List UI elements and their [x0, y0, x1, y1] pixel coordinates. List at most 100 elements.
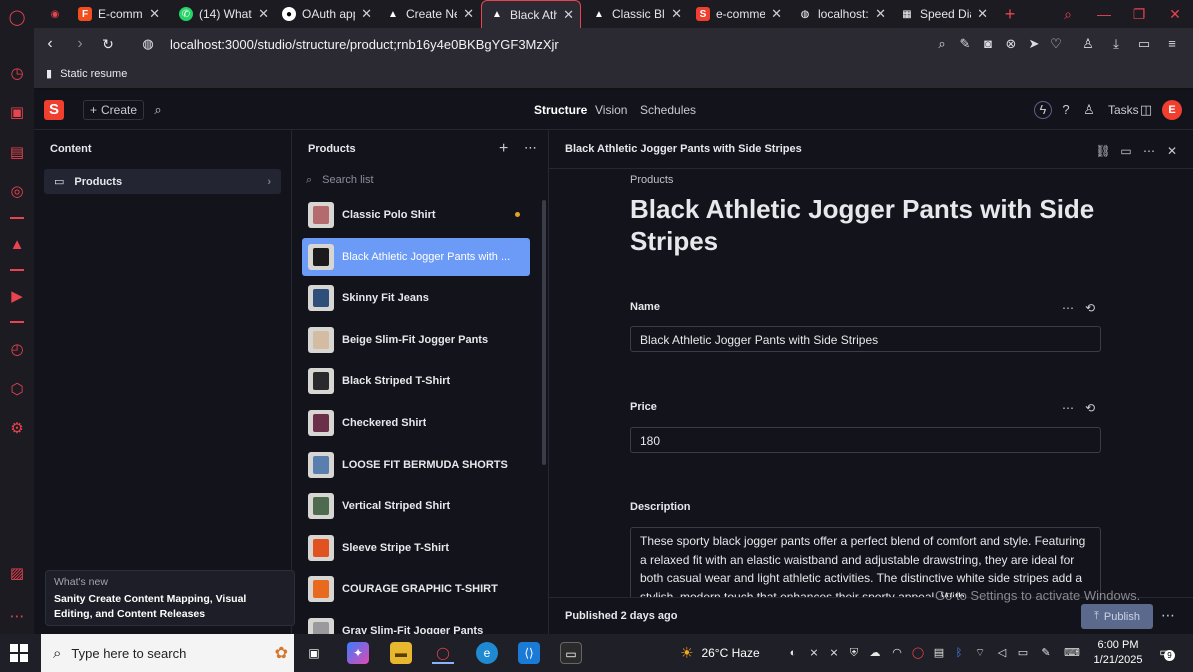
- tab-whatsapp[interactable]: ✆ (14) WhatsApp ✕: [171, 0, 275, 28]
- content-item-products[interactable]: ▭ Products ›: [44, 169, 281, 194]
- copilot-icon[interactable]: ✦: [347, 642, 369, 664]
- network-icon[interactable]: ◠: [889, 645, 905, 661]
- comment-icon[interactable]: ▭: [1118, 143, 1134, 159]
- settings-gear-icon[interactable]: ⚙: [7, 419, 27, 439]
- wifi-icon[interactable]: ⌔: [972, 645, 988, 661]
- help-icon[interactable]: ?: [1056, 100, 1076, 120]
- close-icon[interactable]: ✕: [149, 6, 160, 22]
- publish-button[interactable]: ⤒ Publish: [1081, 604, 1153, 629]
- close-icon[interactable]: ✕: [671, 6, 682, 22]
- whats-new-card[interactable]: What's new Sanity Create Content Mapping…: [45, 570, 295, 626]
- tab-speed-dial[interactable]: ▦ Speed Dial ✕: [892, 0, 994, 28]
- close-icon[interactable]: ✕: [771, 6, 782, 22]
- discord-icon[interactable]: ◐: [785, 645, 801, 661]
- tasks-button[interactable]: Tasks: [1108, 103, 1139, 117]
- aria-icon[interactable]: ▲: [7, 235, 27, 255]
- more-options-icon[interactable]: ⋯: [1141, 143, 1157, 159]
- close-icon[interactable]: ✕: [1164, 143, 1180, 159]
- player-icon[interactable]: ▶: [7, 287, 27, 307]
- site-info-globe-icon[interactable]: ◍: [138, 34, 158, 54]
- close-icon[interactable]: ✕: [977, 6, 988, 22]
- close-icon[interactable]: ✕: [258, 6, 269, 22]
- create-button[interactable]: + Create: [83, 100, 145, 120]
- list-item[interactable]: Checkered Shirt: [302, 404, 530, 442]
- more-dots-icon[interactable]: ⋯: [7, 607, 27, 627]
- price-field[interactable]: 180: [630, 427, 1101, 453]
- more-options-icon[interactable]: ⋯: [524, 140, 537, 156]
- display-icon[interactable]: ▭: [1015, 645, 1031, 661]
- heart-icon[interactable]: ♡: [1048, 36, 1064, 52]
- close-icon[interactable]: ✕: [463, 6, 474, 22]
- volume-icon[interactable]: ◁: [994, 645, 1010, 661]
- tab-localhost[interactable]: ◍ localhost:3000 ✕: [790, 0, 892, 28]
- vscode-icon[interactable]: ⟨⟩: [518, 642, 540, 664]
- tab-sanity[interactable]: S e-commerce ✕: [688, 0, 788, 28]
- add-plus-icon[interactable]: +: [499, 140, 508, 158]
- instagram-icon[interactable]: ◎: [7, 182, 27, 202]
- list-item[interactable]: Black Athletic Jogger Pants with ...: [302, 237, 530, 276]
- twitch-icon[interactable]: ▤: [7, 143, 27, 163]
- field-sync-icon[interactable]: ⟲: [1085, 401, 1095, 415]
- field-more-icon[interactable]: ⋯: [1062, 401, 1074, 415]
- close-icon[interactable]: ✕: [875, 6, 886, 22]
- list-item[interactable]: Vertical Striped Shirt: [302, 487, 530, 525]
- opera-logo-icon[interactable]: ◯: [7, 8, 27, 28]
- lightning-icon[interactable]: ϟ: [1034, 101, 1052, 119]
- speedometer-icon[interactable]: ◷: [7, 64, 27, 84]
- bookmark-static-resume[interactable]: ▮ Static resume: [46, 67, 127, 81]
- opera-tray-icon[interactable]: ◯: [910, 645, 926, 661]
- users-icon[interactable]: ♙: [1079, 100, 1099, 120]
- camera-icon[interactable]: ◙: [980, 36, 996, 52]
- list-item[interactable]: Classic Polo Shirt: [302, 196, 530, 234]
- restore-icon[interactable]: ❐: [1129, 4, 1149, 24]
- tab-black-athletic[interactable]: ▲ Black Athletic ✕: [481, 0, 581, 28]
- list-item[interactable]: Gray Slim-Fit Jogger Pants: [302, 612, 530, 634]
- search-tabs-icon[interactable]: ⌕: [1058, 4, 1078, 24]
- extensions-cube-icon[interactable]: ⬡: [7, 380, 27, 400]
- list-item[interactable]: Black Striped T-Shirt: [302, 362, 530, 400]
- tab-github[interactable]: ● OAuth apps ✕: [274, 0, 378, 28]
- list-item[interactable]: Sleeve Stripe T-Shirt: [302, 529, 530, 567]
- list-item[interactable]: LOOSE FIT BERMUDA SHORTS: [302, 446, 530, 484]
- sanity-logo-icon[interactable]: S: [44, 100, 64, 120]
- edit-icon[interactable]: ✎: [957, 36, 973, 52]
- list-item[interactable]: COURAGE GRAPHIC T-SHIRT: [302, 570, 530, 608]
- weather-widget[interactable]: ☀ 26°C Haze: [680, 644, 760, 662]
- keyboard-icon[interactable]: ⌨: [1064, 645, 1080, 661]
- window-close-icon[interactable]: ✕: [1165, 4, 1185, 24]
- cloud-icon[interactable]: ☁: [867, 645, 883, 661]
- url-field[interactable]: localhost:3000/studio/structure/product;…: [170, 37, 559, 52]
- menu-icon[interactable]: ≡: [1164, 36, 1180, 52]
- taskbar-search-input[interactable]: ⌕ Type here to search ✿: [41, 634, 294, 672]
- edge-icon[interactable]: e: [476, 642, 498, 664]
- download-icon[interactable]: ⤓: [1108, 36, 1124, 52]
- search-icon[interactable]: ⌕: [148, 100, 168, 120]
- tab-figma[interactable]: F E-commerce ✕: [70, 0, 166, 28]
- panel-icon[interactable]: ◫: [1136, 100, 1156, 120]
- list-item[interactable]: Beige Slim-Fit Jogger Pants: [302, 321, 530, 359]
- muted-icon[interactable]: ⨯: [806, 645, 822, 661]
- avatar[interactable]: E: [1162, 100, 1182, 120]
- muted-icon[interactable]: ⨯: [826, 645, 842, 661]
- app-tray-icon[interactable]: ▤: [931, 645, 947, 661]
- pen-icon[interactable]: ✎: [1038, 645, 1054, 661]
- scrollbar[interactable]: [542, 200, 546, 465]
- security-icon[interactable]: ⛨: [846, 645, 862, 661]
- search-list-input[interactable]: ⌕ Search list: [302, 170, 539, 190]
- list-item[interactable]: Skinny Fit Jeans: [302, 279, 530, 317]
- history-icon[interactable]: ◴: [7, 340, 27, 360]
- clock[interactable]: 6:00 PM 1/21/2025: [1090, 638, 1146, 668]
- nav-schedules[interactable]: Schedules: [640, 103, 696, 117]
- reload-icon[interactable]: ↻: [98, 34, 118, 54]
- new-tab-plus-icon[interactable]: +: [1000, 4, 1020, 24]
- zoom-icon[interactable]: ⌕: [934, 36, 950, 52]
- close-icon[interactable]: ✕: [361, 6, 372, 22]
- block-ads-icon[interactable]: ⊗: [1003, 36, 1019, 52]
- close-icon[interactable]: ✕: [563, 7, 574, 23]
- field-sync-icon[interactable]: ⟲: [1085, 301, 1095, 315]
- wallpaper-icon[interactable]: ▨: [7, 564, 27, 584]
- forward-arrow-icon[interactable]: ›: [70, 34, 90, 54]
- breadcrumb[interactable]: Products: [630, 174, 673, 186]
- task-view-icon[interactable]: ▣: [303, 642, 325, 664]
- tab-gamepad[interactable]: ◉: [40, 0, 70, 28]
